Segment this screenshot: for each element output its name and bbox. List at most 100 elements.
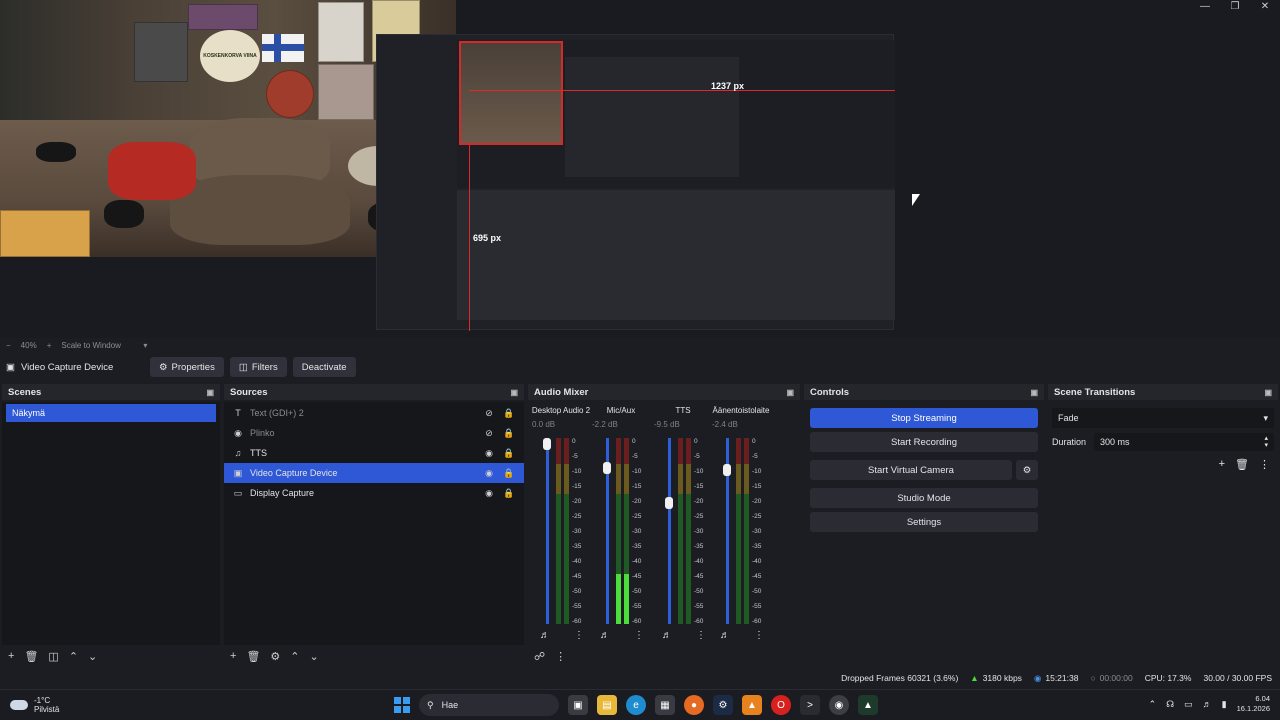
trash-icon[interactable]: 🗑 (1235, 458, 1249, 471)
volume-slider-thumb[interactable] (543, 438, 551, 450)
lock-icon[interactable]: 🔒 (502, 448, 516, 459)
volume-slider-thumb[interactable] (603, 462, 611, 475)
sources-list: T Text (GDI+) 2 ⊘ 🔒 ◉ Plinko ⊘ 🔒 ♫ TTS ◉… (224, 402, 524, 645)
windows-start-icon[interactable] (394, 697, 410, 713)
source-item[interactable]: T Text (GDI+) 2 ⊘ 🔒 (224, 403, 524, 423)
minimize-button[interactable]: — (1190, 0, 1220, 14)
store-icon[interactable]: ▦ (655, 695, 675, 715)
scale-tick-label: -40 (572, 558, 582, 565)
speaker-icon[interactable]: ♬ (662, 630, 672, 641)
selected-source-label: Video Capture Device (20, 361, 114, 373)
eye-icon[interactable]: ◉ (482, 468, 496, 479)
dropped-frames: Dropped Frames 60321 (3.6%) (841, 673, 959, 683)
source-item[interactable]: ▭ Display Capture ◉ 🔒 (224, 483, 524, 503)
filters-button[interactable]: ◫ Filters (229, 357, 287, 377)
zoom-in-button[interactable]: + (47, 341, 52, 350)
transition-select[interactable]: Fade ▾ (1052, 408, 1274, 428)
lock-icon[interactable]: 🔒 (502, 488, 516, 499)
taskbar-search[interactable]: ⚲ Hae (419, 694, 559, 716)
volume-slider[interactable] (668, 438, 671, 624)
kebab-menu-icon[interactable]: ⋮ (634, 630, 644, 641)
undock-icon[interactable]: ▣ (1030, 388, 1038, 397)
clock[interactable]: 6.04 16.1.2026 (1237, 694, 1270, 714)
speaker-icon[interactable]: ♬ (720, 630, 730, 641)
start-recording-button[interactable]: Start Recording (810, 432, 1038, 452)
settings-button[interactable]: Settings (810, 512, 1038, 532)
undock-icon[interactable]: ▣ (786, 388, 794, 397)
channel-volume-db: -2.4 dB (712, 420, 738, 429)
properties-button[interactable]: ⚙ Properties (150, 357, 224, 377)
undock-icon[interactable]: ▣ (1264, 388, 1272, 397)
scale-tick-label: -35 (632, 543, 642, 550)
chevron-up-icon[interactable]: ⌃ (1149, 699, 1157, 710)
firefox-icon[interactable]: ● (684, 695, 704, 715)
edge-icon[interactable]: e (626, 695, 646, 715)
scale-tick-label: -15 (694, 483, 704, 490)
source-item[interactable]: ♫ TTS ◉ 🔒 (224, 443, 524, 463)
app-icon[interactable]: ▲ (858, 695, 878, 715)
deactivate-button[interactable]: Deactivate (292, 357, 356, 377)
scene-transitions-header: Scene Transitions ▣ (1048, 384, 1278, 400)
add-icon[interactable]: + (230, 650, 236, 662)
undock-icon[interactable]: ▣ (510, 388, 518, 397)
mixer-link-icon[interactable]: ☍ (534, 650, 545, 663)
trash-icon[interactable]: 🗑 (246, 650, 260, 663)
scenes-header: Scenes ▣ (2, 384, 220, 400)
move-up-icon[interactable]: ⌃ (290, 650, 299, 663)
stop-streaming-button[interactable]: Stop Streaming (810, 408, 1038, 428)
duration-input[interactable]: 300 ms ▴ ▾ (1094, 433, 1274, 451)
preview-canvas[interactable]: KOSKENKORVA VIINA 1237 px 695 px (0, 0, 1280, 338)
eye-hidden-icon[interactable]: ⊘ (482, 428, 496, 439)
source-item[interactable]: ▣ Video Capture Device ◉ 🔒 (224, 463, 524, 483)
lock-icon[interactable]: 🔒 (502, 428, 516, 439)
add-icon[interactable]: + (8, 650, 14, 662)
filter-icon[interactable]: ◫ (48, 650, 58, 663)
terminal-icon[interactable]: > (800, 695, 820, 715)
volume-slider-thumb[interactable] (665, 497, 673, 510)
close-button[interactable]: ✕ (1250, 0, 1280, 14)
scene-item[interactable]: Näkymä (6, 404, 216, 422)
microphone-icon[interactable]: ☊ (1166, 699, 1174, 710)
gear-icon[interactable]: ⚙ (1016, 460, 1038, 480)
start-virtual-camera-button[interactable]: Start Virtual Camera (810, 460, 1012, 480)
lock-icon[interactable]: 🔒 (502, 408, 516, 419)
eye-hidden-icon[interactable]: ⊘ (482, 408, 496, 419)
weather-widget[interactable]: -1°C Pilvistä (10, 696, 59, 714)
speaker-icon[interactable]: ♬ (540, 630, 550, 641)
move-down-icon[interactable]: ⌄ (88, 650, 97, 663)
speaker-icon[interactable]: ♬ (600, 630, 610, 641)
network-icon[interactable]: ▭ (1184, 699, 1193, 710)
zoom-out-button[interactable]: − (6, 341, 11, 350)
volume-slider-thumb[interactable] (723, 464, 731, 477)
lock-icon[interactable]: 🔒 (502, 468, 516, 479)
kebab-menu-icon[interactable]: ⋮ (574, 630, 584, 641)
battery-icon[interactable]: ▮ (1222, 699, 1227, 710)
vlc-icon[interactable]: ▲ (742, 695, 762, 715)
move-down-icon[interactable]: ⌄ (310, 650, 319, 663)
gear-icon[interactable]: ⚙ (270, 650, 280, 663)
steam-icon[interactable]: ⚙ (713, 695, 733, 715)
opera-icon[interactable]: O (771, 695, 791, 715)
kebab-menu-icon[interactable]: ⋮ (696, 630, 706, 641)
maximize-button[interactable]: ❐ (1220, 0, 1250, 14)
spinner-icon[interactable]: ▴ ▾ (1264, 435, 1268, 449)
eye-icon[interactable]: ◉ (482, 448, 496, 459)
studio-mode-button[interactable]: Studio Mode (810, 488, 1038, 508)
eye-icon[interactable]: ◉ (482, 488, 496, 499)
add-icon[interactable]: + (1219, 458, 1225, 471)
undock-icon[interactable]: ▣ (206, 388, 214, 397)
move-up-icon[interactable]: ⌃ (69, 650, 78, 663)
scale-mode-dropdown[interactable]: ▾ (143, 341, 147, 350)
kebab-menu-icon[interactable]: ⋮ (1259, 458, 1270, 471)
volume-slider[interactable] (546, 438, 549, 624)
kebab-menu-icon[interactable]: ⋮ (555, 650, 566, 663)
level-meter (556, 438, 561, 624)
trash-icon[interactable]: 🗑 (24, 650, 38, 663)
file-explorer-icon[interactable]: ▤ (597, 695, 617, 715)
kebab-menu-icon[interactable]: ⋮ (754, 630, 764, 641)
task-view-icon[interactable]: ▣ (568, 695, 588, 715)
speaker-icon[interactable]: ♬ (1203, 699, 1212, 709)
source-item[interactable]: ◉ Plinko ⊘ 🔒 (224, 423, 524, 443)
scale-tick-label: -60 (694, 618, 704, 625)
obs-icon[interactable]: ◉ (829, 695, 849, 715)
